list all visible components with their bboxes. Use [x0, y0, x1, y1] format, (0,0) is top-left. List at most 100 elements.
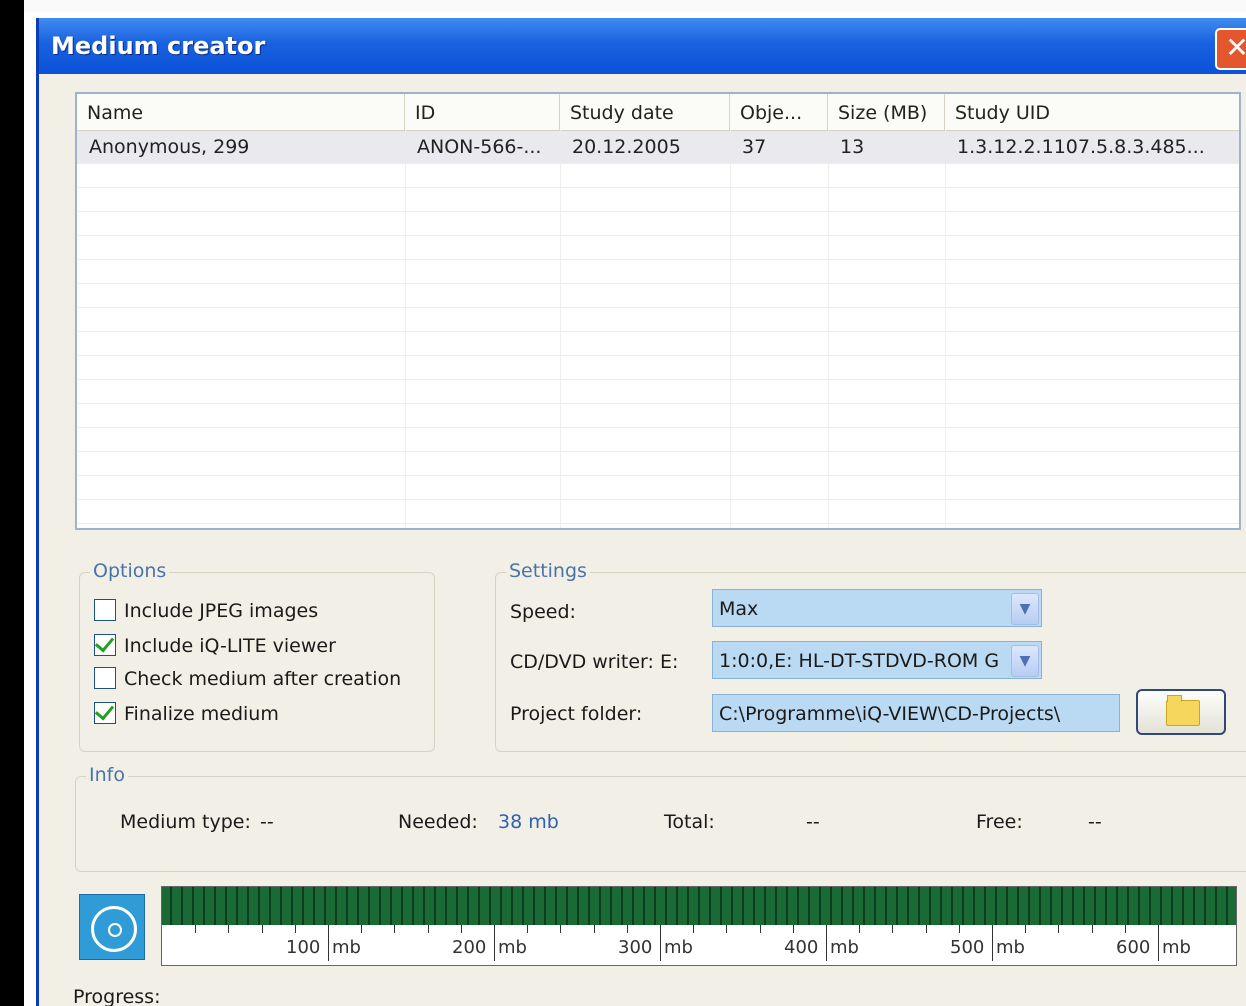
check-mark-icon: [94, 700, 115, 721]
scale-tick: [759, 925, 761, 933]
capacity-stripe: [324, 887, 326, 925]
capacity-stripe: [214, 887, 216, 925]
speed-select[interactable]: Max ▼: [712, 589, 1042, 627]
capacity-stripe: [1094, 887, 1096, 925]
grid-line: [77, 523, 1239, 524]
info-group-label: Info: [86, 764, 128, 786]
capacity-stripe: [984, 887, 986, 925]
grid-line: [560, 130, 561, 528]
chevron-down-icon[interactable]: ▼: [1011, 645, 1039, 677]
scale-tick: [494, 925, 495, 961]
capacity-stripe: [247, 887, 249, 925]
checkbox-box[interactable]: [94, 632, 116, 656]
scale-tick: [1091, 925, 1093, 933]
capacity-stripe: [1182, 887, 1184, 925]
browse-folder-button[interactable]: [1136, 689, 1226, 735]
title-bar[interactable]: Medium creator ✕: [39, 18, 1246, 74]
close-button[interactable]: ✕: [1215, 28, 1246, 70]
cell-objects: 37: [742, 136, 767, 158]
capacity-stripe: [478, 887, 480, 925]
grid-line: [77, 451, 1239, 452]
capacity-stripe: [269, 887, 271, 925]
speed-value: Max: [719, 598, 759, 620]
scale-number: 200: [452, 937, 487, 958]
scale-number: 100: [286, 937, 321, 958]
scale-unit: mb: [498, 937, 527, 958]
checkbox-box[interactable]: [94, 667, 116, 689]
capacity-stripe: [1028, 887, 1030, 925]
capacity-stripe: [456, 887, 458, 925]
capacity-stripe: [412, 887, 414, 925]
column-header-study-uid[interactable]: Study UID: [945, 94, 1239, 130]
capacity-stripe: [401, 887, 403, 925]
column-header-study-date[interactable]: Study date: [560, 94, 730, 130]
speed-label: Speed:: [510, 601, 576, 623]
grid-line: [77, 235, 1239, 236]
study-list[interactable]: Name ID Study date Obje... Size (MB) Stu…: [75, 92, 1241, 530]
settings-group-label: Settings: [506, 560, 590, 582]
capacity-stripe: [1160, 887, 1162, 925]
capacity-stripe: [203, 887, 205, 925]
cd-disc-icon: [91, 906, 137, 952]
capacity-stripe: [797, 887, 799, 925]
capacity-stripe: [929, 887, 931, 925]
grid-line: [77, 355, 1239, 356]
capacity-stripe: [973, 887, 975, 925]
grid-line: [405, 130, 406, 528]
capacity-stripe: [489, 887, 491, 925]
grid-line: [77, 499, 1239, 500]
capacity-stripe: [335, 887, 337, 925]
scale-tick: [427, 925, 429, 933]
options-group-label: Options: [90, 560, 170, 582]
capacity-stripe: [236, 887, 238, 925]
capacity-stripe: [445, 887, 447, 925]
scale-tick: [792, 925, 794, 933]
chevron-down-icon[interactable]: ▼: [1011, 593, 1039, 625]
capacity-stripe: [731, 887, 733, 925]
capacity-stripe: [742, 887, 744, 925]
grid-line: [77, 187, 1239, 188]
capacity-stripe: [599, 887, 601, 925]
scale-number: 500: [950, 937, 985, 958]
total-label: Total:: [664, 811, 715, 833]
capacity-stripe: [511, 887, 513, 925]
capacity-stripe: [379, 887, 381, 925]
grid-line: [77, 283, 1239, 284]
scale-tick: [593, 925, 595, 933]
scale-tick: [228, 925, 230, 933]
cell-study-date: 20.12.2005: [572, 136, 681, 158]
capacity-stripe: [1050, 887, 1052, 925]
capacity-stripe: [357, 887, 359, 925]
capacity-stripe: [995, 887, 997, 925]
writer-label: CD/DVD writer: E:: [510, 651, 679, 673]
project-folder-field[interactable]: C:\Programme\iQ-VIEW\CD-Projects\: [712, 694, 1120, 732]
capacity-stripe: [555, 887, 557, 925]
capacity-stripe: [896, 887, 898, 925]
checkbox-box[interactable]: [94, 599, 116, 621]
capacity-stripe: [907, 887, 909, 925]
scale-number: 400: [784, 937, 819, 958]
top-edge: [24, 0, 1246, 12]
capacity-stripe: [302, 887, 304, 925]
column-header-objects[interactable]: Obje...: [730, 94, 828, 130]
scale-tick: [726, 925, 728, 933]
capacity-stripe: [863, 887, 865, 925]
capacity-stripe: [1138, 887, 1140, 925]
scale-tick: [1124, 925, 1126, 933]
capacity-stripe: [225, 887, 227, 925]
column-header-name[interactable]: Name: [77, 94, 405, 130]
column-header-id[interactable]: ID: [405, 94, 560, 130]
grid-line: [77, 379, 1239, 380]
cd-burn-icon[interactable]: [79, 894, 145, 960]
project-folder-label: Project folder:: [510, 703, 643, 725]
medium-creator-window: Medium creator ✕ Name ID Study date Obje…: [36, 18, 1246, 1006]
table-row[interactable]: Anonymous, 299 ANON-566-... 20.12.2005 3…: [77, 131, 1239, 163]
settings-group: Settings Speed: Max ▼ CD/DVD writer: E: …: [495, 560, 1246, 752]
scale-tick: [693, 925, 695, 933]
close-icon: ✕: [1225, 31, 1246, 64]
capacity-stripe: [588, 887, 590, 925]
checkbox-box[interactable]: [94, 700, 116, 724]
left-edge: [0, 0, 24, 1006]
column-header-size[interactable]: Size (MB): [828, 94, 945, 130]
writer-select[interactable]: 1:0:0,E: HL-DT-STDVD-ROM G ▼: [712, 641, 1042, 679]
